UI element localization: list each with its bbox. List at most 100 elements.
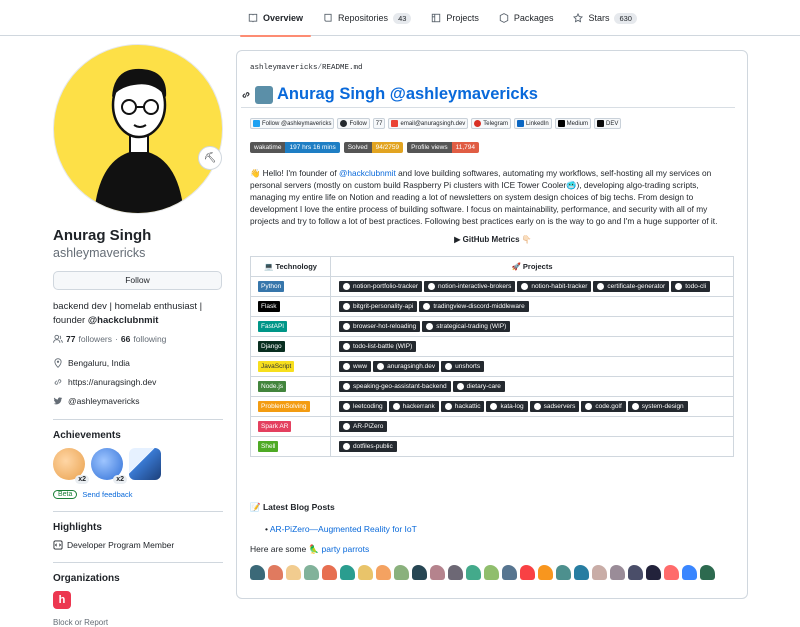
project-badge[interactable]: todo-list-battle (WIP) (339, 341, 417, 352)
project-badge[interactable]: dotfiles-public (339, 441, 397, 452)
project-label: www (353, 363, 368, 370)
project-badge[interactable]: code.golf (581, 401, 626, 412)
followers-count[interactable]: 77 (66, 334, 75, 344)
dev-badge[interactable]: DEV (594, 118, 622, 129)
wakatime-badge[interactable]: wakatime 197 hrs 16 mins (250, 142, 340, 153)
following-label[interactable]: following (133, 334, 166, 344)
arctic-code-vault-badge[interactable] (129, 448, 161, 480)
projects-cell: leetcoding hackerrank hackattic kata-log sad… (330, 396, 734, 417)
profile-login: ashleymavericks (53, 246, 146, 260)
anchor-link-icon[interactable] (241, 90, 251, 100)
project-badge[interactable]: kata-log (486, 401, 528, 412)
achievements-list: x2 x2 (53, 448, 223, 484)
party-parrot-icon (268, 565, 283, 580)
project-badge[interactable]: notion-portfolio-tracker (339, 281, 423, 292)
project-badge[interactable]: browser-hot-reloading (339, 321, 421, 332)
follow-button[interactable]: Follow (53, 271, 222, 290)
github-metrics-toggle[interactable]: ▶ GitHub Metrics 👇🏻 (237, 235, 747, 244)
party-parrot-icon (538, 565, 553, 580)
project-badge[interactable]: www (339, 361, 372, 372)
party-parrot-icon (664, 565, 679, 580)
project-badge[interactable]: leetcoding (339, 401, 387, 412)
project-badge[interactable]: notion-habit-tracker (517, 281, 592, 292)
linkedin-badge[interactable]: LinkedIn (513, 118, 552, 129)
project-label: speaking-geo-assistant-backend (353, 383, 447, 390)
stat-label: Profile views (407, 142, 452, 153)
achievements-heading[interactable]: Achievements (53, 430, 223, 441)
project-badge[interactable]: certificate-generator (593, 281, 670, 292)
tab-label: Repositories (338, 13, 389, 23)
project-badge[interactable]: bitgrit-personality-api (339, 301, 418, 312)
github-follow-count[interactable]: 77 (372, 118, 386, 129)
tab-overview[interactable]: Overview (240, 0, 312, 37)
avatar[interactable] (53, 44, 223, 214)
tech-cell: Flask (250, 296, 331, 317)
path-user[interactable]: ashleymavericks (250, 64, 318, 72)
telegram-badge[interactable]: Telegram (471, 118, 511, 129)
project-badge[interactable]: unshorts (441, 361, 485, 372)
send-feedback-link[interactable]: Send feedback (82, 490, 132, 499)
tab-repositories[interactable]: Repositories 43 (315, 0, 419, 36)
tech-badge: FastAPI (258, 321, 288, 332)
project-badge[interactable]: AR-PiZero (339, 421, 388, 432)
path-file[interactable]: README.md (322, 64, 363, 72)
star-icon (573, 13, 584, 23)
bio-org-link[interactable]: @hackclubnmit (88, 315, 159, 326)
projects-cell: dotfiles-public (330, 436, 734, 457)
telegram-icon (474, 120, 482, 127)
project-badge[interactable]: tradingview-discord-middleware (419, 301, 529, 312)
twitter-link[interactable]: @ashleymavericks (68, 396, 139, 406)
tab-projects[interactable]: Projects (423, 0, 487, 36)
status-pickaxe-icon[interactable]: ⛏ (198, 146, 222, 170)
email-badge[interactable]: email@anuragsingh.dev (388, 118, 469, 129)
project-badge[interactable]: notion-interactive-brokers (424, 281, 516, 292)
github-icon (585, 403, 593, 410)
starstruck-badge[interactable]: x2 (91, 448, 127, 484)
project-label: hackattic (454, 403, 481, 410)
pull-shark-badge[interactable]: x2 (53, 448, 89, 484)
project-badge[interactable]: system-design (627, 401, 688, 412)
tab-packages[interactable]: Packages (491, 0, 562, 36)
wave-icon: 👋 (250, 168, 263, 178)
project-label: certificate-generator (607, 283, 666, 290)
party-parrot-icon (556, 565, 571, 580)
project-badge[interactable]: hackerrank (388, 401, 439, 412)
project-badge[interactable]: dietary-care (452, 381, 505, 392)
parrot-row (250, 565, 715, 580)
party-parrot-icon (412, 565, 427, 580)
badge-count: x2 (75, 475, 89, 484)
medium-badge[interactable]: Medium (554, 118, 591, 129)
projects-cell: notion-portfolio-tracker notion-interacti… (330, 276, 734, 297)
project-badge[interactable]: todo-cli (671, 281, 711, 292)
twitter-follow-badge[interactable]: Follow @ashleymavericks (250, 118, 335, 129)
people-icon (53, 334, 63, 343)
following-count[interactable]: 66 (121, 334, 130, 344)
project-badge[interactable]: speaking-geo-assistant-backend (339, 381, 451, 392)
party-parrots-link[interactable]: party parrots (322, 544, 370, 554)
github-follow-badge[interactable]: Follow (337, 118, 370, 129)
leetcode-solved-badge[interactable]: Solved 94/2759 (343, 142, 404, 153)
followers-label[interactable]: followers (78, 334, 112, 344)
hackclub-link[interactable]: @hackclubnmit (339, 168, 396, 178)
website-link[interactable]: https://anuragsingh.dev (68, 377, 156, 387)
blog-post-link[interactable]: AR-PiZero—Augmented Reality for IoT (270, 524, 417, 534)
block-report-link[interactable]: Block or Report (53, 618, 223, 627)
readme-title[interactable]: Anurag Singh @ashleymavericks (277, 85, 538, 104)
github-icon (533, 403, 541, 410)
tech-badge: ProblemSolving (258, 401, 310, 412)
party-parrot-icon (376, 565, 391, 580)
tab-label: Packages (513, 13, 554, 23)
profile-views-badge[interactable]: Profile views 11,794 (407, 142, 479, 153)
tech-cell: ProblemSolving (250, 396, 331, 417)
project-badge[interactable]: hackattic (440, 401, 485, 412)
project-badge[interactable]: strategical-trading (WIP) (422, 321, 511, 332)
github-icon (343, 363, 350, 370)
project-badge[interactable]: sadservers (529, 401, 580, 412)
tab-stars[interactable]: Stars 630 (565, 0, 645, 36)
project-label: AR-PiZero (353, 423, 384, 430)
org-hackclub-avatar[interactable]: h (53, 591, 71, 609)
stat-badges: wakatime 197 hrs 16 mins Solved 94/2759 Pr… (250, 142, 479, 153)
github-icon (597, 283, 605, 290)
project-badge[interactable]: anuragsingh.dev (373, 361, 440, 372)
party-parrot-icon (484, 565, 499, 580)
